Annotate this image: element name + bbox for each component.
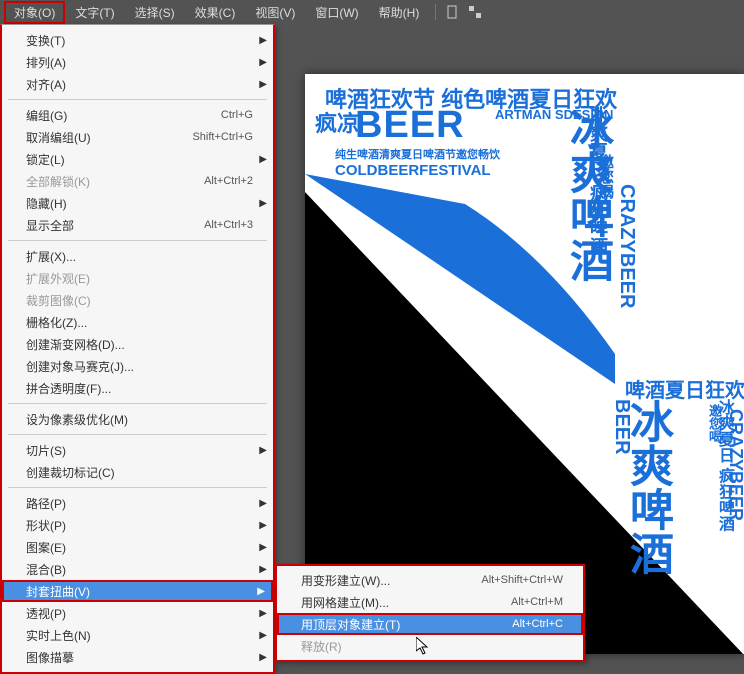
arrange-icon[interactable]	[468, 5, 482, 19]
menu-gradient-mesh[interactable]: 创建渐变网格(D)...	[2, 333, 273, 355]
menu-perspective[interactable]: 透视(P)▶	[2, 602, 273, 624]
menu-sep	[8, 99, 267, 100]
chevron-right-icon: ▶	[259, 542, 267, 553]
menu-sep	[8, 487, 267, 488]
object-menu-dropdown: 变换(T)▶ 排列(A)▶ 对齐(A)▶ 编组(G)Ctrl+G 取消编组(U)…	[0, 24, 275, 674]
menu-flatten[interactable]: 拼合透明度(F)...	[2, 377, 273, 399]
menu-sep	[8, 240, 267, 241]
chevron-right-icon: ▶	[259, 498, 267, 509]
menu-crop-image: 裁剪图像(C)	[2, 289, 273, 311]
chevron-right-icon: ▶	[259, 445, 267, 456]
chevron-right-icon: ▶	[259, 198, 267, 209]
art-text: CRAZYBEER	[725, 409, 744, 521]
menu-object-mosaic[interactable]: 创建对象马赛克(J)...	[2, 355, 273, 377]
submenu-make-warp[interactable]: 用变形建立(W)...Alt+Shift+Ctrl+W	[277, 569, 583, 591]
menu-sep	[8, 434, 267, 435]
menu-pattern[interactable]: 图案(E)▶	[2, 536, 273, 558]
art-text: 邀您喝	[705, 404, 724, 443]
art-text: BEER	[610, 399, 633, 455]
menu-expand-appearance: 扩展外观(E)	[2, 267, 273, 289]
chevron-right-icon: ▶	[259, 57, 267, 68]
menu-image-trace[interactable]: 图像描摹▶	[2, 646, 273, 668]
menu-trim-marks[interactable]: 创建裁切标记(C)	[2, 461, 273, 483]
menubar: 对象(O) 文字(T) 选择(S) 效果(C) 视图(V) 窗口(W) 帮助(H…	[0, 0, 744, 24]
menu-shape[interactable]: 形状(P)▶	[2, 514, 273, 536]
menu-transform[interactable]: 变换(T)▶	[2, 29, 273, 51]
menu-align[interactable]: 对齐(A)▶	[2, 73, 273, 95]
menu-view[interactable]: 视图(V)	[245, 1, 305, 24]
menu-group[interactable]: 编组(G)Ctrl+G	[2, 104, 273, 126]
menu-live-paint[interactable]: 实时上色(N)▶	[2, 624, 273, 646]
menu-ungroup[interactable]: 取消编组(U)Shift+Ctrl+G	[2, 126, 273, 148]
menu-slice[interactable]: 切片(S)▶	[2, 439, 273, 461]
cursor-icon	[416, 637, 432, 657]
menu-window[interactable]: 窗口(W)	[305, 1, 368, 24]
menu-hide[interactable]: 隐藏(H)▶	[2, 192, 273, 214]
chevron-right-icon: ▶	[259, 520, 267, 531]
doc-icon[interactable]	[446, 5, 460, 19]
submenu-make-top-object[interactable]: 用顶层对象建立(T)Alt+Ctrl+C	[277, 613, 583, 635]
menu-unlock-all: 全部解锁(K)Alt+Ctrl+2	[2, 170, 273, 192]
menu-envelope-distort[interactable]: 封套扭曲(V)▶	[2, 580, 273, 602]
submenu-make-mesh[interactable]: 用网格建立(M)...Alt+Ctrl+M	[277, 591, 583, 613]
chevron-right-icon: ▶	[259, 154, 267, 165]
chevron-right-icon: ▶	[257, 586, 265, 597]
menu-show-all[interactable]: 显示全部Alt+Ctrl+3	[2, 214, 273, 236]
menu-arrange[interactable]: 排列(A)▶	[2, 51, 273, 73]
menu-lock[interactable]: 锁定(L)▶	[2, 148, 273, 170]
chevron-right-icon: ▶	[259, 79, 267, 90]
chevron-right-icon: ▶	[259, 630, 267, 641]
menu-type[interactable]: 文字(T)	[65, 1, 124, 24]
menu-path[interactable]: 路径(P)▶	[2, 492, 273, 514]
menu-object[interactable]: 对象(O)	[4, 1, 65, 24]
menu-sep	[8, 403, 267, 404]
menu-blend[interactable]: 混合(B)▶	[2, 558, 273, 580]
menubar-separator	[435, 4, 436, 20]
menu-help[interactable]: 帮助(H)	[369, 1, 430, 24]
chevron-right-icon: ▶	[259, 608, 267, 619]
chevron-right-icon: ▶	[259, 35, 267, 46]
menu-expand[interactable]: 扩展(X)...	[2, 245, 273, 267]
menu-select[interactable]: 选择(S)	[125, 1, 185, 24]
chevron-right-icon: ▶	[259, 564, 267, 575]
menu-effect[interactable]: 效果(C)	[185, 1, 246, 24]
menu-pixel-perfect[interactable]: 设为像素级优化(M)	[2, 408, 273, 430]
menu-rasterize[interactable]: 栅格化(Z)...	[2, 311, 273, 333]
